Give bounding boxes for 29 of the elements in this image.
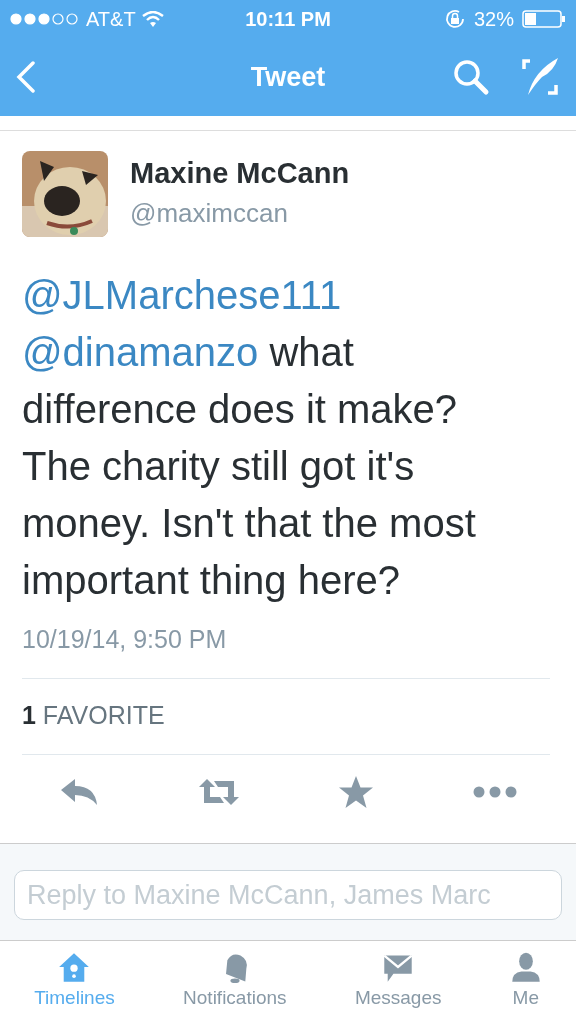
tab-bar-item[interactable]: Timelines (34, 951, 115, 1009)
mention-link[interactable]: @JLMarchese111 (22, 273, 342, 317)
battery-icon (522, 10, 566, 28)
wifi-icon (141, 11, 164, 27)
carrier: AT&T (86, 7, 136, 31)
reply-field[interactable]: Reply to Maxine McCann, James Marc (14, 870, 562, 920)
battery-percent: 32% (474, 7, 514, 31)
tweet-text: @JLMarchese111 @dinamanzo what difference does it make? The charity still got it's money. Isn't that the most important thing here? (21, 272, 477, 604)
tab-bar-item[interactable]: Messages (354, 951, 442, 1009)
tab-bar-item[interactable]: Notifications (183, 951, 287, 1009)
mention-link[interactable]: @dinamanzo (22, 330, 259, 374)
rotation-lock-icon (444, 8, 466, 30)
person-icon (509, 951, 542, 983)
search-icon[interactable] (452, 58, 490, 96)
clock: 10:11 PM (245, 7, 331, 31)
signal-icon (10, 13, 80, 25)
user-handle[interactable]: @maximccan (130, 198, 350, 229)
reply-icon[interactable] (59, 777, 100, 807)
tweet-timestamp: 10/19/14, 9:50 PM (21, 624, 228, 655)
house-icon (58, 951, 91, 983)
retweet-icon[interactable] (197, 777, 240, 807)
compose-icon[interactable] (520, 57, 560, 97)
screen-title: Tweet (250, 61, 326, 92)
favorites-count[interactable]: 1 FAVORITE (0, 679, 576, 754)
more-icon[interactable] (472, 786, 517, 798)
tab-bar-item[interactable]: Me (509, 951, 542, 1009)
star-icon[interactable] (338, 775, 375, 809)
back-icon[interactable] (16, 61, 36, 93)
user-name[interactable]: Maxine McCann (130, 157, 350, 190)
